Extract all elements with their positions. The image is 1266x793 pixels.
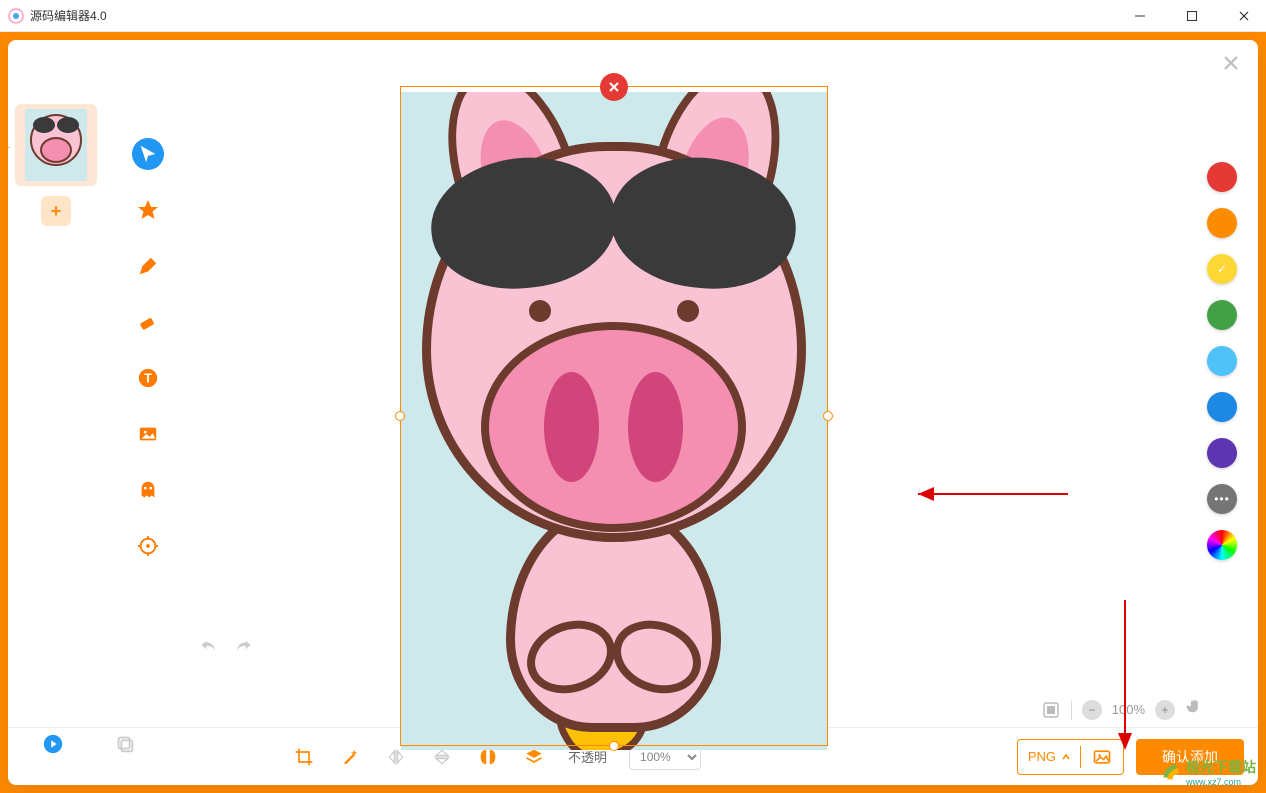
- chevron-up-icon: [1062, 753, 1070, 761]
- color-swatch-red[interactable]: [1207, 162, 1237, 192]
- selection-handle-left[interactable]: [395, 411, 405, 421]
- pen-tool[interactable]: [132, 250, 164, 282]
- eraser-tool[interactable]: [132, 306, 164, 338]
- add-costume-button[interactable]: +: [41, 196, 71, 226]
- selection-handle-bottom[interactable]: [609, 741, 619, 751]
- hand-tool-button[interactable]: [1185, 698, 1203, 721]
- zoom-value: 100%: [1112, 702, 1145, 717]
- color-swatch-orange[interactable]: [1207, 208, 1237, 238]
- window-minimize-button[interactable]: [1126, 2, 1154, 30]
- layers-panel-button[interactable]: [114, 733, 136, 755]
- crop-tool[interactable]: [292, 745, 316, 769]
- selection-handle-right[interactable]: [823, 411, 833, 421]
- text-tool[interactable]: T: [132, 362, 164, 394]
- ghost-tool[interactable]: [132, 474, 164, 506]
- export-image-button[interactable]: [1081, 740, 1123, 774]
- color-swatch-green[interactable]: [1207, 300, 1237, 330]
- image-tool[interactable]: [132, 418, 164, 450]
- magic-wand-tool[interactable]: [338, 745, 362, 769]
- window-maximize-button[interactable]: [1178, 2, 1206, 30]
- zoom-out-button[interactable]: −: [1082, 700, 1102, 720]
- color-swatch-lightblue[interactable]: [1207, 346, 1237, 376]
- app-icon: [8, 8, 24, 24]
- watermark: 极光下载站 www.xz7.com: [1160, 757, 1256, 787]
- color-swatch-gray[interactable]: •••: [1207, 484, 1237, 514]
- play-button[interactable]: [42, 733, 64, 755]
- star-tool[interactable]: [132, 194, 164, 226]
- color-swatch-yellow[interactable]: [1207, 254, 1237, 284]
- selection-delete-handle[interactable]: [600, 73, 628, 101]
- color-swatch-blue[interactable]: [1207, 392, 1237, 422]
- window-title: 源码编辑器4.0: [30, 7, 1126, 24]
- costume-thumbnail[interactable]: [15, 104, 97, 186]
- thumb-index: 1: [8, 140, 10, 150]
- color-swatch-purple[interactable]: [1207, 438, 1237, 468]
- zoom-in-button[interactable]: +: [1155, 700, 1175, 720]
- canvas-area[interactable]: [180, 92, 1186, 727]
- target-tool[interactable]: [132, 530, 164, 562]
- export-format-select[interactable]: PNG: [1018, 740, 1080, 774]
- select-tool[interactable]: [132, 138, 164, 170]
- fit-to-screen-button[interactable]: [1041, 700, 1061, 720]
- svg-text:T: T: [144, 371, 152, 386]
- color-wheel-button[interactable]: [1207, 530, 1237, 560]
- modal-close-button[interactable]: [1222, 54, 1242, 74]
- window-close-button[interactable]: [1230, 2, 1258, 30]
